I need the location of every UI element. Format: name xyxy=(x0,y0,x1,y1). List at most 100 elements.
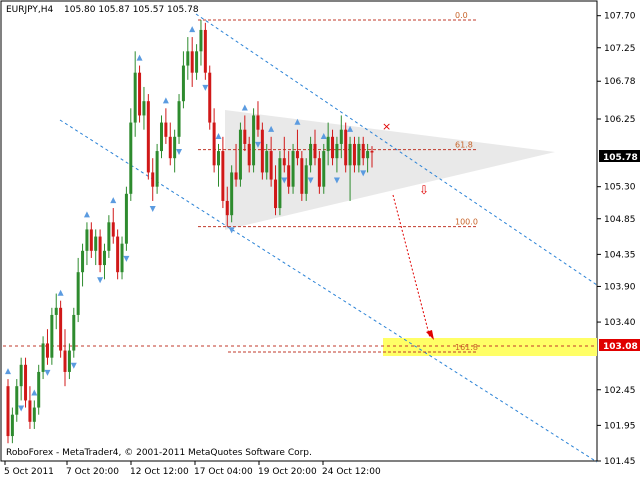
x-tick-label: 17 Oct 04:00 xyxy=(194,467,253,477)
down-arrow-icon: ⇩ xyxy=(419,183,429,197)
candle-body xyxy=(164,122,168,137)
candle-body xyxy=(173,136,177,159)
candle-body xyxy=(181,65,185,102)
candle-body xyxy=(15,386,19,415)
candle-body xyxy=(339,129,343,144)
current-price-label: 105.78 xyxy=(603,153,638,163)
candle-body xyxy=(357,143,361,166)
candle-body xyxy=(190,51,194,73)
candle-body xyxy=(370,151,374,153)
candle-body xyxy=(352,143,356,166)
candle-body xyxy=(151,172,155,187)
candle-body xyxy=(28,400,32,422)
price-chart: 0.0 61.8 100.0 161.8 × ⇩ EURJPY,H4 105.80 1… xyxy=(0,0,640,477)
candle-body xyxy=(10,414,14,437)
candle-body xyxy=(195,51,199,73)
candle-body xyxy=(335,143,339,159)
y-tick-label: 106.25 xyxy=(604,115,636,125)
candle-body xyxy=(313,143,317,159)
candle-body xyxy=(309,143,313,166)
candle-body xyxy=(111,222,115,237)
candle-body xyxy=(278,158,282,209)
candle-body xyxy=(98,236,102,266)
candle-body xyxy=(186,51,190,66)
candle-body xyxy=(269,151,273,180)
x-tick-label: 19 Oct 20:00 xyxy=(258,467,317,477)
candle-body xyxy=(287,165,291,187)
candle-body xyxy=(243,129,247,144)
candle-body xyxy=(155,151,159,187)
candle-body xyxy=(45,343,49,358)
candle-body xyxy=(159,122,163,152)
candle-body xyxy=(63,350,67,372)
candle-body xyxy=(142,101,146,116)
candle-body xyxy=(225,200,229,216)
candle-body xyxy=(344,129,348,166)
candle-body xyxy=(260,129,264,173)
candle-body xyxy=(50,314,54,358)
candle-body xyxy=(217,151,221,166)
candle-body xyxy=(252,115,256,166)
candle-body xyxy=(32,407,36,422)
candle-body xyxy=(274,179,278,209)
candle-body xyxy=(265,151,269,173)
candle-body xyxy=(133,72,137,123)
candle-body xyxy=(107,222,111,251)
candle-body xyxy=(348,143,352,166)
candle-body xyxy=(322,151,326,187)
candle-body xyxy=(247,143,251,166)
candle-body xyxy=(317,158,321,187)
candle-body xyxy=(24,364,28,401)
fib-level-label: 0.0 xyxy=(455,11,468,20)
candle-body xyxy=(54,307,58,315)
fib-level-label: 161.8 xyxy=(455,343,478,352)
candle-body xyxy=(199,29,203,52)
candle-body xyxy=(85,229,89,251)
candle-body xyxy=(234,172,238,180)
y-tick-label: 105.30 xyxy=(604,183,636,193)
candle-body xyxy=(116,236,120,273)
target-price-label: 103.08 xyxy=(603,342,638,352)
candle-body xyxy=(146,101,150,173)
candle-body xyxy=(366,151,370,159)
candle-body xyxy=(221,151,225,201)
y-tick-label: 102.45 xyxy=(604,386,636,396)
copyright-label: RoboForex - MetaTrader4, © 2001-2011 Met… xyxy=(6,448,312,458)
y-tick-label: 103.90 xyxy=(604,282,636,292)
candle-body xyxy=(230,172,234,216)
candle-body xyxy=(361,143,365,159)
candle-body xyxy=(37,371,41,408)
y-tick-label: 107.70 xyxy=(604,12,636,22)
candle-body xyxy=(129,122,133,194)
y-tick-label: 103.40 xyxy=(604,318,636,328)
candle-body xyxy=(19,364,23,387)
fib-level-label: 100.0 xyxy=(455,218,478,227)
candle-body xyxy=(67,350,71,372)
y-tick-label: 107.25 xyxy=(604,44,636,54)
y-tick-label: 106.78 xyxy=(604,77,636,87)
candle-body xyxy=(41,343,45,372)
y-tick-label: 101.95 xyxy=(604,421,636,431)
candle-body xyxy=(282,158,286,166)
candle-body xyxy=(177,101,181,137)
candle-body xyxy=(203,29,207,73)
candle-body xyxy=(59,307,63,351)
candle-body xyxy=(326,136,330,152)
candle-body xyxy=(331,136,335,159)
price-axis: 107.70 107.25 106.78 106.25 105.30 104.85 104.… xyxy=(597,12,636,467)
x-tick-label: 24 Oct 12:00 xyxy=(322,467,381,477)
candle-body xyxy=(76,272,80,315)
candle-body xyxy=(124,193,128,244)
y-tick-label: 101.45 xyxy=(604,457,636,467)
time-axis: 5 Oct 2011 7 Oct 20:00 12 Oct 12:00 17 Oct … xyxy=(4,461,381,477)
candle-body xyxy=(120,243,124,273)
candle-body xyxy=(138,72,142,116)
candle-body xyxy=(212,122,216,166)
candle-body xyxy=(81,250,85,273)
fib-level-label: 61.8 xyxy=(455,141,473,150)
symbol-label: EURJPY,H4 xyxy=(6,5,54,15)
candle-body xyxy=(304,165,308,194)
candle-body xyxy=(168,136,172,159)
candle-body xyxy=(291,151,295,187)
candle-body xyxy=(295,151,299,159)
